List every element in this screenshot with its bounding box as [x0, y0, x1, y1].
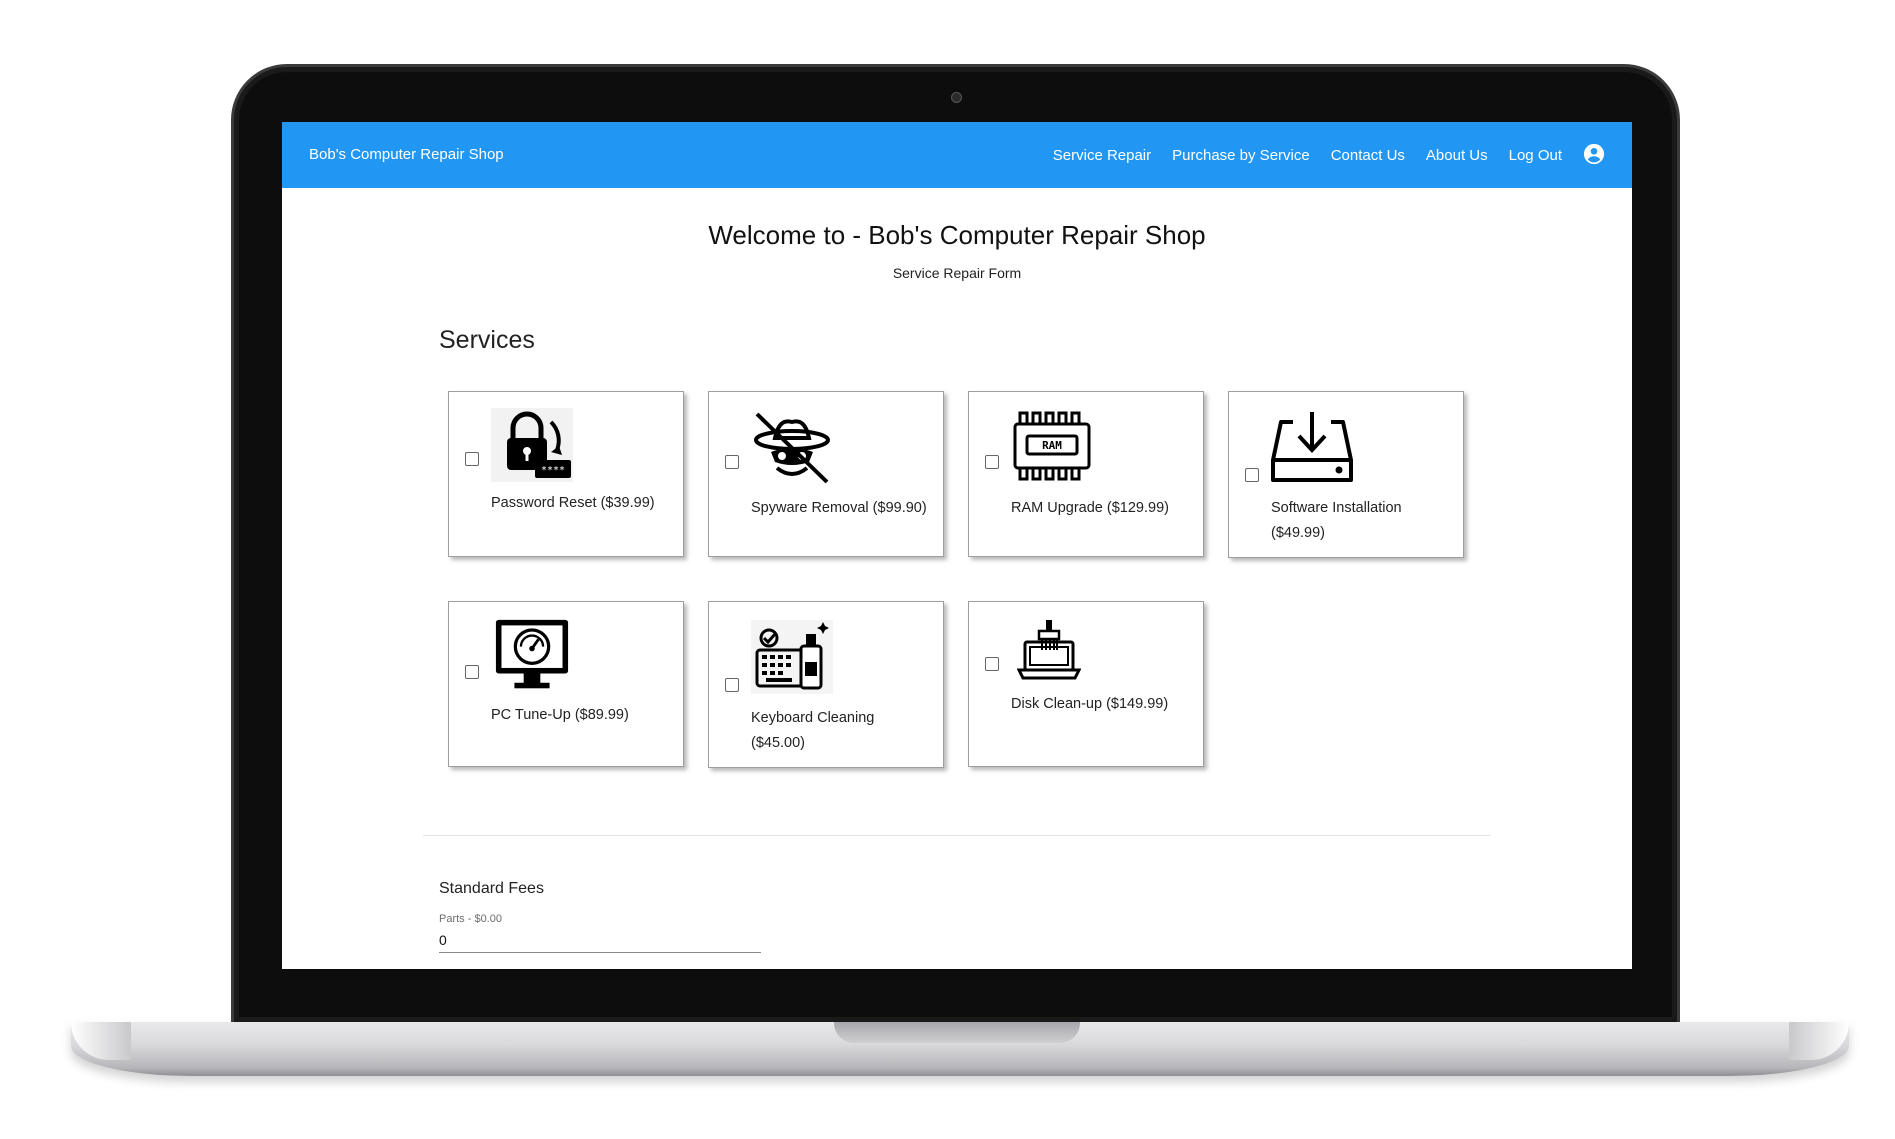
service-checkbox[interactable]	[465, 452, 479, 466]
standard-fees-heading: Standard Fees	[439, 880, 544, 897]
page-subtitle: Service Repair Form	[892, 265, 1022, 281]
svg-text:****: ****	[541, 465, 565, 476]
service-price: ($45.00)	[751, 735, 806, 751]
keyboard-cleaning-icon	[751, 620, 833, 694]
nav-about-us[interactable]: About Us	[1426, 147, 1488, 164]
service-label: Password Reset ($39.99)	[491, 495, 655, 511]
parts-input[interactable]	[439, 928, 761, 953]
service-card-spyware-removal[interactable]: Spyware Removal ($99.90)	[708, 391, 944, 557]
page-title: Welcome to - Bob's Computer Repair Shop	[708, 220, 1206, 250]
spyware-icon	[754, 412, 830, 484]
services-heading: Services	[439, 326, 535, 354]
parts-field-label: Parts - $0.00	[439, 913, 502, 925]
brand-title[interactable]: Bob's Computer Repair Shop	[309, 146, 504, 163]
nav-service-repair[interactable]: Service Repair	[1053, 147, 1151, 164]
service-checkbox[interactable]	[725, 455, 739, 469]
service-label: Software Installation	[1271, 500, 1402, 516]
password-reset-icon: ****	[491, 408, 573, 482]
service-checkbox[interactable]	[1245, 468, 1259, 482]
service-card-password-reset[interactable]: **** Password Reset ($39.99)	[448, 391, 684, 557]
nav-purchase-by-service[interactable]: Purchase by Service	[1172, 147, 1310, 164]
service-label: RAM Upgrade ($129.99)	[1011, 500, 1169, 516]
account-circle-icon[interactable]	[1583, 143, 1605, 165]
service-checkbox[interactable]	[465, 665, 479, 679]
monitor-gauge-icon	[495, 619, 569, 689]
service-checkbox[interactable]	[985, 657, 999, 671]
service-checkbox[interactable]	[985, 455, 999, 469]
download-drive-icon	[1271, 412, 1353, 482]
service-label: Spyware Removal ($99.90)	[751, 500, 927, 516]
main-nav: Service Repair Purchase by Service Conta…	[1032, 143, 1605, 165]
ram-chip-icon: RAM	[1013, 411, 1091, 481]
service-card-pc-tune-up[interactable]: PC Tune-Up ($89.99)	[448, 601, 684, 767]
nav-contact-us[interactable]: Contact Us	[1331, 147, 1405, 164]
nav-log-out[interactable]: Log Out	[1509, 147, 1562, 164]
service-card-software-installation[interactable]: Software Installation ($49.99)	[1228, 391, 1464, 558]
service-label: Keyboard Cleaning	[751, 710, 875, 726]
service-checkbox[interactable]	[725, 678, 739, 692]
webcam-icon	[951, 92, 962, 103]
app-screen: Bob's Computer Repair Shop Service Repai…	[282, 122, 1632, 969]
service-label: PC Tune-Up ($89.99)	[491, 707, 629, 723]
service-label: Disk Clean-up ($149.99)	[1011, 696, 1169, 712]
laptop-brush-icon	[1017, 620, 1081, 680]
laptop-notch	[834, 1022, 1080, 1043]
service-card-disk-clean-up[interactable]: Disk Clean-up ($149.99)	[968, 601, 1204, 767]
svg-text:RAM: RAM	[1042, 439, 1062, 452]
service-card-ram-upgrade[interactable]: RAM RAM Upgrade ($129.99)	[968, 391, 1204, 557]
section-divider	[423, 835, 1491, 836]
device-mockup: Bob's Computer Repair Shop Service Repai…	[0, 0, 1895, 1139]
app-bar: Bob's Computer Repair Shop Service Repai…	[282, 122, 1632, 188]
service-card-keyboard-cleaning[interactable]: Keyboard Cleaning ($45.00)	[708, 601, 944, 768]
service-price: ($49.99)	[1271, 525, 1326, 541]
